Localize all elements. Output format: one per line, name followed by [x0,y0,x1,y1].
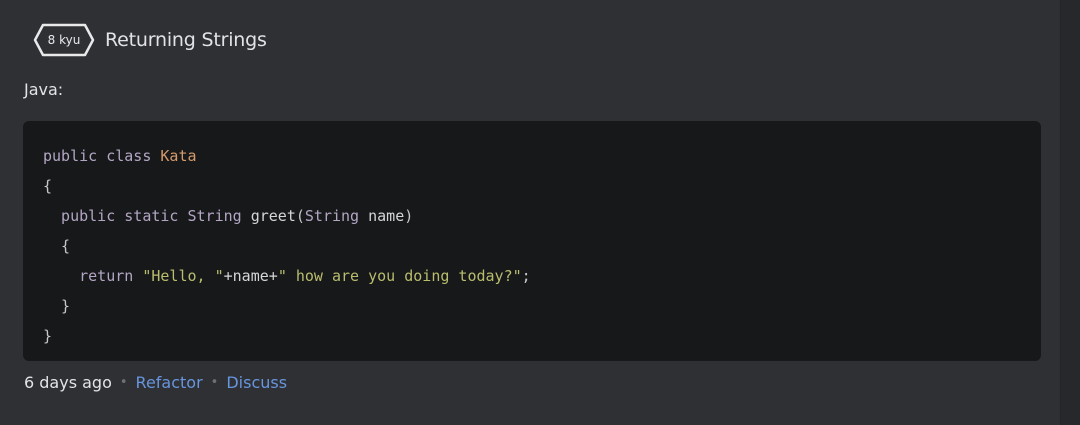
kata-header: 8 kyu Returning Strings [33,23,267,57]
code-line: } [43,321,1041,351]
code-line: { [43,171,1041,201]
code-block: public class Kata { public static String … [23,121,1041,361]
code-token: +name+ [223,267,278,285]
rank-badge-icon[interactable]: 8 kyu [33,23,95,57]
separator-dot: • [119,375,128,390]
code-token: } [43,327,53,345]
rank-label: 8 kyu [47,33,81,47]
code-token: ( [295,207,305,225]
code-line: public static String greet(String name) [43,201,1041,231]
refactor-link[interactable]: Refactor [136,373,203,392]
solution-panel: 8 kyu Returning Strings Java: public cla… [0,0,1060,425]
discuss-link[interactable]: Discuss [226,373,287,392]
code-token: ; [521,267,531,285]
kata-title-link[interactable]: Returning Strings [105,29,267,51]
code-line: } [43,291,1041,321]
code-token: public class [43,147,161,165]
timestamp: 6 days ago [24,373,112,392]
code-token: { [43,237,71,255]
code-token: name [359,207,405,225]
code-token: greet [241,207,296,225]
code-line: return "Hello, "+name+" how are you doin… [43,261,1041,291]
code-token: String [187,207,242,225]
code-token: } [43,297,71,315]
code-token: ) [404,207,414,225]
code-token: "Hello, " [142,267,224,285]
code-token: return [43,267,143,285]
solution-footer: 6 days ago • Refactor • Discuss [24,373,287,392]
code-line: { [43,231,1041,261]
code-token: public static [43,207,188,225]
code-token: Kata [160,147,197,165]
code-line: public class Kata [43,141,1041,171]
code-token: String [304,207,360,225]
separator-dot: • [210,375,219,390]
right-gutter [1060,0,1080,425]
language-label: Java: [24,80,64,99]
code-token: { [43,177,53,195]
code-token: " how are you doing today?" [277,267,522,285]
